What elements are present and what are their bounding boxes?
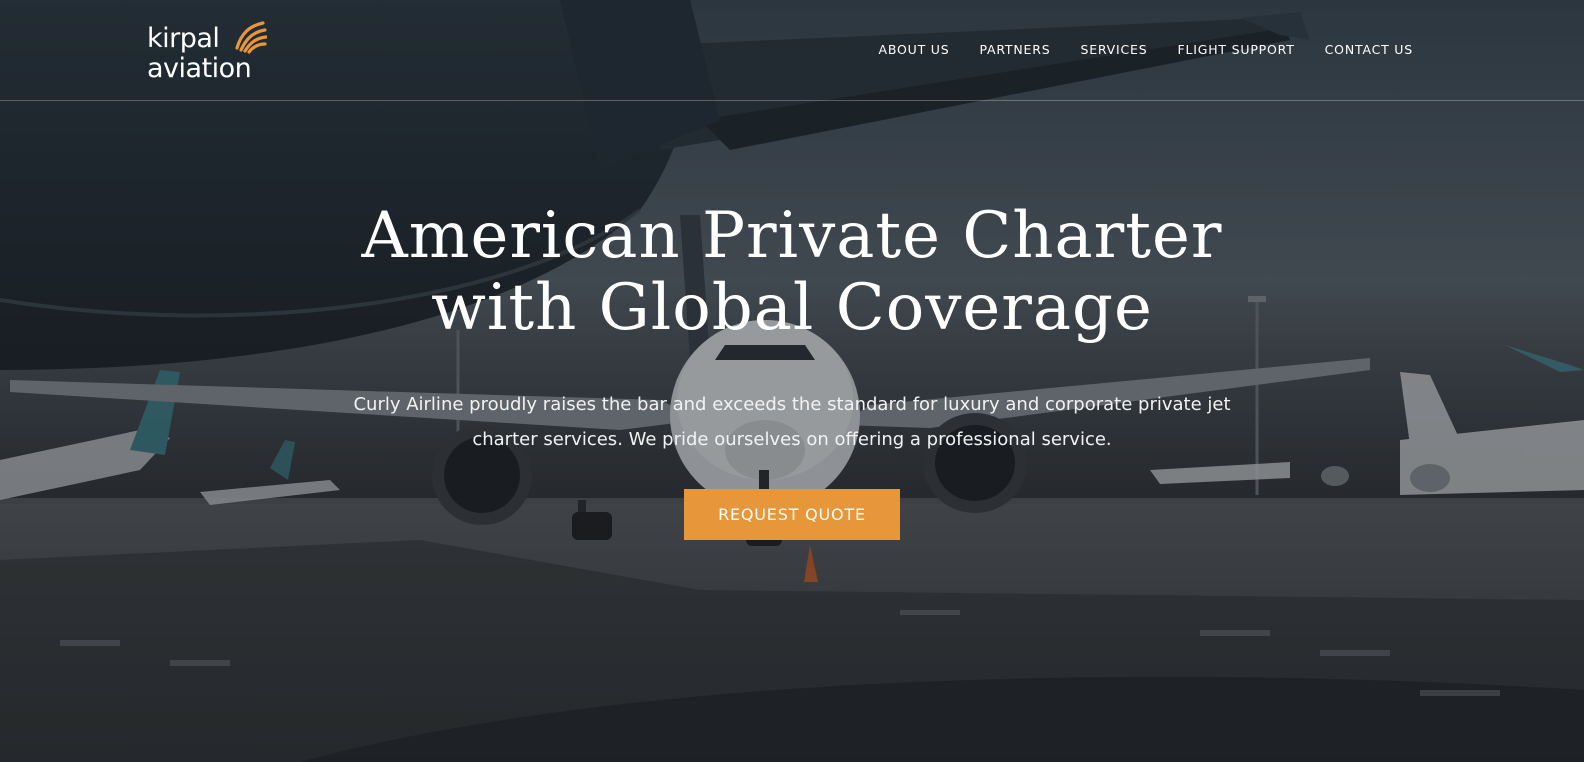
hero-title-line2: with Global Coverage — [431, 271, 1153, 345]
request-quote-button[interactable]: REQUEST QUOTE — [684, 489, 900, 540]
hero-title-line1: American Private Charter — [361, 199, 1223, 273]
hero-section: American Private Charter with Global Cov… — [0, 200, 1584, 540]
hero-description: Curly Airline proudly raises the bar and… — [353, 394, 1231, 450]
nav-link-about-us[interactable]: ABOUT US — [878, 42, 949, 57]
nav-link-services[interactable]: SERVICES — [1080, 42, 1147, 57]
nav-link-partners[interactable]: PARTNERS — [979, 42, 1050, 57]
hero-title: American Private Charter with Global Cov… — [0, 200, 1584, 344]
nav-link-flight-support[interactable]: FLIGHT SUPPORT — [1178, 42, 1295, 57]
logo-text-line2: aviation — [147, 53, 252, 84]
main-navigation: ABOUT US PARTNERS SERVICES FLIGHT SUPPOR… — [848, 42, 1413, 57]
site-header: kirpal aviation ABOUT US PARTNERS SERVIC… — [0, 0, 1584, 101]
logo-text-line1: kirpal — [147, 23, 220, 54]
logo-link[interactable]: kirpal aviation — [147, 20, 277, 82]
nav-link-contact-us[interactable]: CONTACT US — [1325, 42, 1413, 57]
orange-wing-icon — [235, 21, 267, 54]
